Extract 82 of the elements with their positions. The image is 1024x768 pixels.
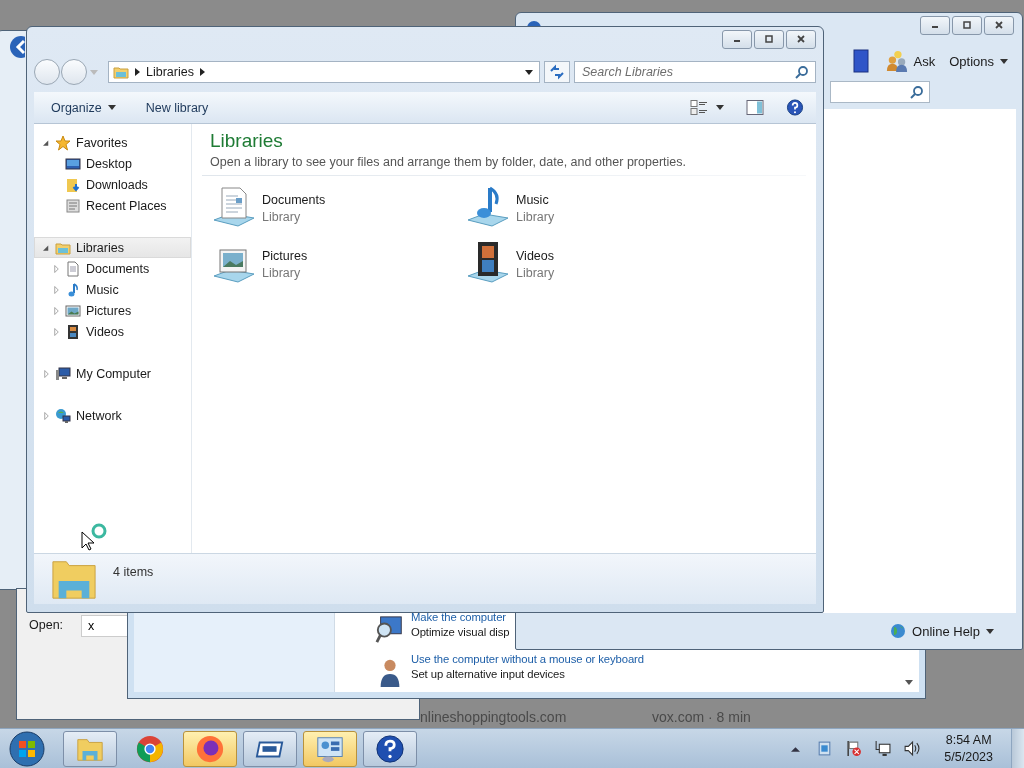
taskbar-button[interactable] <box>363 730 417 767</box>
search-icon <box>910 85 924 99</box>
network-icon <box>55 407 71 424</box>
maximize-button[interactable] <box>754 29 784 49</box>
chrome-icon <box>135 733 165 764</box>
show-hidden-icons-button[interactable] <box>791 745 801 752</box>
network-icon[interactable] <box>874 740 892 757</box>
clock[interactable]: 8:54 AM 5/5/2023 <box>944 731 993 766</box>
nav-item[interactable]: Libraries <box>34 237 191 258</box>
nav-item[interactable]: Pictures <box>34 300 191 321</box>
close-icon <box>994 20 1004 30</box>
minimize-button[interactable] <box>722 29 752 49</box>
recent-places-icon <box>65 197 81 214</box>
maximize-button[interactable] <box>952 15 982 35</box>
caret-icon <box>986 628 994 634</box>
computer-icon <box>55 365 71 382</box>
library-folder-icon <box>113 64 129 80</box>
caret-icon[interactable] <box>525 69 533 75</box>
nav-item[interactable]: Documents <box>34 258 191 279</box>
tab-title: nlineshoppingtools.com <box>420 709 567 725</box>
breadcrumb[interactable]: Libraries <box>146 65 194 79</box>
close-button[interactable] <box>984 15 1014 35</box>
library-item[interactable]: Documents Library <box>210 184 464 232</box>
nav-item[interactable]: Videos <box>34 321 191 342</box>
nav-item[interactable]: Desktop <box>34 153 191 174</box>
task-link[interactable]: Use the computer without a mouse or keyboard <box>411 653 644 665</box>
close-icon <box>796 34 806 44</box>
maximize-icon <box>764 34 774 44</box>
volume-icon[interactable] <box>903 740 921 757</box>
refresh-button[interactable] <box>544 61 570 83</box>
nav-item[interactable]: Music <box>34 279 191 300</box>
back-arrow-icon[interactable] <box>9 35 25 59</box>
task-description: Set up alternative input devices <box>411 668 566 680</box>
tab-title: vox.com · 8 min <box>652 709 751 725</box>
item-count: 4 items <box>113 565 154 579</box>
star-icon <box>55 134 71 151</box>
document-icon <box>65 260 81 277</box>
library-item[interactable]: Music Library <box>464 184 718 232</box>
library-item[interactable]: Videos Library <box>464 240 718 288</box>
search-icon <box>795 65 809 79</box>
preview-pane-icon[interactable] <box>746 99 764 116</box>
desktop-icon <box>65 155 81 172</box>
people-icon <box>885 49 908 73</box>
taskbar-button[interactable] <box>243 730 297 767</box>
maximize-icon <box>962 20 972 30</box>
nav-item[interactable]: Favorites <box>34 132 191 153</box>
nav-item[interactable]: Recent Places <box>34 195 191 216</box>
view-options-icon[interactable] <box>690 99 708 116</box>
film-icon <box>65 323 81 340</box>
ask-button[interactable]: Ask <box>885 49 936 73</box>
globe-icon <box>890 623 907 639</box>
search-field[interactable]: Search Libraries <box>574 61 816 83</box>
taskbar-button[interactable] <box>183 730 237 767</box>
search-field[interactable] <box>830 81 930 103</box>
toolbar-button[interactable]: New library <box>145 100 209 115</box>
organize-menu[interactable]: Organize <box>51 100 116 115</box>
close-button[interactable] <box>786 29 816 49</box>
address-bar[interactable]: Libraries <box>108 61 540 83</box>
page-heading: Libraries <box>210 130 284 152</box>
breadcrumb-arrow-icon[interactable] <box>199 68 205 76</box>
expanded-arrow-icon[interactable] <box>43 243 50 252</box>
nav-item[interactable]: Downloads <box>34 174 191 195</box>
minimize-button[interactable] <box>920 15 950 35</box>
nav-item[interactable]: Network <box>34 405 191 426</box>
library-item[interactable]: Pictures Library <box>210 240 464 288</box>
online-help-menu[interactable]: Online Help <box>890 623 994 639</box>
task-description: Optimize visual disp <box>411 626 510 638</box>
scroll-down-arrow-icon[interactable] <box>905 680 913 686</box>
page-description: Open a library to see your files and arrange them by folder, date, and other properties. <box>210 155 687 169</box>
task-link[interactable]: Make the computer <box>411 611 510 623</box>
monitor-magnifier-icon <box>375 615 405 645</box>
open-label: Open: <box>29 618 65 632</box>
nav-item[interactable]: My Computer <box>34 363 191 384</box>
action-center-flag-icon[interactable] <box>845 740 863 757</box>
breadcrumb-arrow-icon[interactable] <box>135 68 140 76</box>
firefox-icon <box>195 733 225 764</box>
download-folder-icon <box>65 176 81 193</box>
start-button[interactable] <box>9 730 45 767</box>
caret-icon <box>1000 58 1008 64</box>
expanded-arrow-icon[interactable] <box>43 138 50 147</box>
picture-icon <box>65 302 81 319</box>
options-menu[interactable]: Options <box>949 53 1008 69</box>
